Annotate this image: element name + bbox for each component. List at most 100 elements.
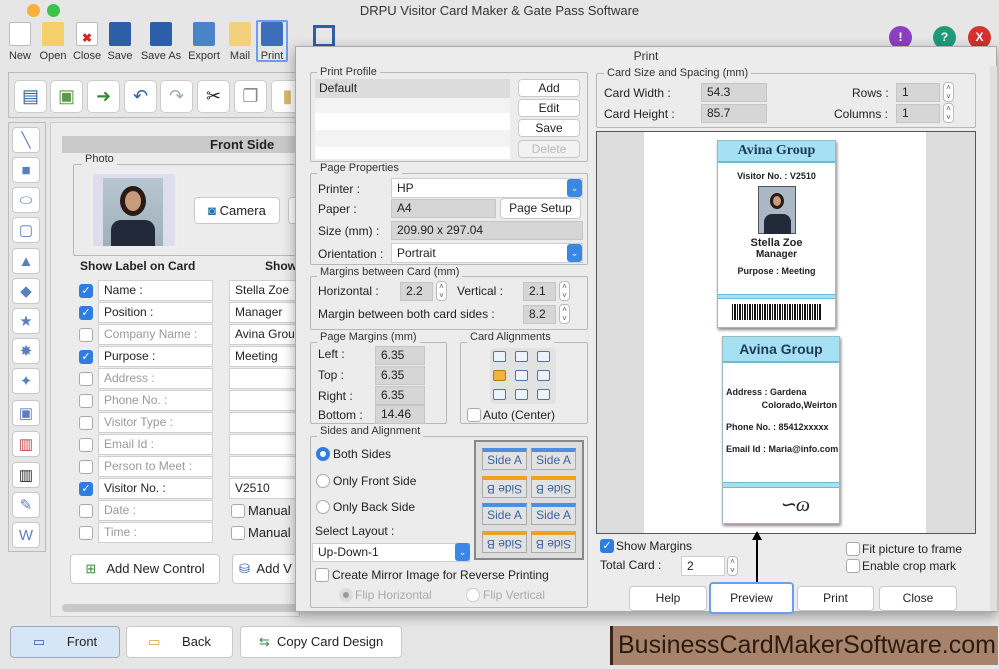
profile-add-button[interactable]: Add	[518, 79, 580, 97]
field-value-input[interactable]: V2510	[229, 478, 300, 499]
horizontal-input[interactable]: 2.2	[400, 282, 433, 301]
field-label[interactable]: Person to Meet :	[98, 456, 213, 477]
rows-input[interactable]: 1	[896, 83, 940, 102]
toolbar-export[interactable]: Export	[184, 22, 224, 62]
align-bottom-center-button[interactable]	[515, 389, 528, 400]
manual-checkbox[interactable]	[231, 526, 245, 540]
library-tool-icon[interactable]: ▥	[12, 431, 40, 457]
chevron-down-icon[interactable]: ⌄	[567, 179, 582, 197]
align-middle-center-button[interactable]	[515, 370, 528, 381]
minimize-button[interactable]	[27, 4, 40, 17]
field-label[interactable]: Address :	[98, 368, 213, 389]
field-value-input[interactable]	[229, 434, 300, 455]
wordart-tool-icon[interactable]: W	[12, 522, 40, 548]
align-bottom-right-button[interactable]	[537, 389, 550, 400]
field-label[interactable]: Email Id :	[98, 434, 213, 455]
field-value-input[interactable]	[229, 412, 300, 433]
align-top-center-button[interactable]	[515, 351, 528, 362]
toolbar-print[interactable]: Print	[252, 22, 292, 62]
ellipse-tool-icon[interactable]: ⬭	[12, 187, 40, 213]
field-value-input[interactable]: Manager	[229, 302, 300, 323]
flip-vertical-radio[interactable]	[466, 588, 480, 602]
both-sides-margin-stepper[interactable]: ˄ ˅	[559, 304, 570, 324]
vertical-input[interactable]: 2.1	[523, 282, 556, 301]
field-value-input[interactable]	[229, 456, 300, 477]
crop-mark-checkbox[interactable]	[846, 559, 860, 573]
show-label-checkbox[interactable]	[79, 526, 93, 540]
chevron-down-icon[interactable]: ⌄	[567, 244, 582, 262]
top-margin-input[interactable]: 6.35	[375, 366, 425, 385]
camera-button[interactable]: ◙ Camera	[194, 197, 280, 224]
right-margin-input[interactable]: 6.35	[375, 386, 425, 405]
copy-icon[interactable]: ❐	[234, 80, 267, 113]
field-value-input[interactable]: Meeting	[229, 346, 300, 367]
flip-horizontal-radio[interactable]	[339, 588, 353, 602]
photo-thumbnail[interactable]	[90, 171, 178, 249]
orientation-select[interactable]: Portrait	[391, 243, 583, 263]
layout-select[interactable]: Up-Down-1	[312, 543, 470, 562]
maximize-button[interactable]	[47, 4, 60, 17]
only-front-radio[interactable]	[316, 474, 330, 488]
field-label[interactable]: Phone No. :	[98, 390, 213, 411]
show-label-checkbox[interactable]: ✓	[79, 350, 93, 364]
field-value-input[interactable]: Avina Grou	[229, 324, 300, 345]
profile-item-default[interactable]: Default	[315, 79, 510, 98]
align-middle-right-button[interactable]	[537, 370, 550, 381]
show-label-checkbox[interactable]	[79, 372, 93, 386]
printer-select[interactable]: HP	[391, 178, 583, 198]
field-label[interactable]: Time :	[98, 522, 213, 543]
total-card-stepper[interactable]: ˄ ˅	[727, 556, 738, 576]
show-label-checkbox[interactable]	[79, 438, 93, 452]
star-tool-icon[interactable]: ★	[12, 308, 40, 334]
horizontal-stepper[interactable]: ˄ ˅	[436, 281, 447, 301]
show-label-checkbox[interactable]	[79, 504, 93, 518]
align-middle-left-button[interactable]	[493, 370, 506, 381]
vertical-stepper[interactable]: ˄ ˅	[559, 281, 570, 301]
diamond-tool-icon[interactable]: ◆	[12, 278, 40, 304]
show-label-checkbox[interactable]	[79, 328, 93, 342]
cut-icon[interactable]: ✂	[197, 80, 230, 113]
horizontal-scrollbar[interactable]	[62, 604, 300, 612]
field-label[interactable]: Position :	[98, 302, 213, 323]
show-margins-checkbox[interactable]: ✓	[600, 539, 614, 553]
copy-card-design-button[interactable]: ⇆ Copy Card Design	[240, 626, 402, 658]
field-label[interactable]: Visitor No. :	[98, 478, 213, 499]
redo-icon[interactable]: ↷	[160, 80, 193, 113]
add-new-control-button[interactable]: ⊞ Add New Control	[70, 554, 220, 584]
show-label-checkbox[interactable]	[79, 416, 93, 430]
picture-tool-icon[interactable]: ▣	[12, 400, 40, 426]
toolbar-save-as[interactable]: Save As	[138, 22, 184, 62]
align-top-right-button[interactable]	[537, 351, 550, 362]
rows-stepper[interactable]: ˄ ˅	[943, 82, 954, 102]
rectangle-tool-icon[interactable]: ■	[12, 157, 40, 183]
field-label[interactable]: Date :	[98, 500, 213, 521]
profile-save-button[interactable]: Save	[518, 119, 580, 137]
auto-center-checkbox[interactable]	[467, 408, 481, 422]
preview-button[interactable]: Preview	[709, 582, 794, 614]
show-label-checkbox[interactable]: ✓	[79, 482, 93, 496]
show-label-checkbox[interactable]: ✓	[79, 306, 93, 320]
both-sides-radio[interactable]	[316, 447, 330, 461]
show-label-checkbox[interactable]	[79, 394, 93, 408]
field-label[interactable]: Visitor Type :	[98, 412, 213, 433]
fit-picture-checkbox[interactable]	[846, 542, 860, 556]
dialog-scrollbar[interactable]	[990, 66, 997, 611]
signature-tool-icon[interactable]: ✎	[12, 492, 40, 518]
toolbar-save[interactable]: Save	[100, 22, 140, 62]
burst-tool-icon[interactable]: ✸	[12, 338, 40, 364]
crop-icon[interactable]	[313, 25, 335, 47]
show-label-checkbox[interactable]	[79, 460, 93, 474]
field-label[interactable]: Name :	[98, 280, 213, 301]
rounded-rect-tool-icon[interactable]: ▢	[12, 217, 40, 243]
front-button[interactable]: ▭ Front	[10, 626, 120, 658]
line-tool-icon[interactable]: ╲	[12, 127, 40, 153]
card-width-input[interactable]: 54.3	[701, 83, 767, 102]
add-database-button[interactable]: ⛁ Add V	[232, 554, 300, 584]
page-setup-button[interactable]: Page Setup	[500, 198, 581, 219]
profile-delete-button[interactable]: Delete	[518, 140, 580, 158]
barcode-tool-icon[interactable]: ▥	[12, 462, 40, 488]
image-icon[interactable]: ▣	[50, 80, 83, 113]
profile-list[interactable]: Default	[315, 79, 510, 159]
total-card-input[interactable]: 2	[681, 556, 725, 576]
import-icon[interactable]: ➜	[87, 80, 120, 113]
